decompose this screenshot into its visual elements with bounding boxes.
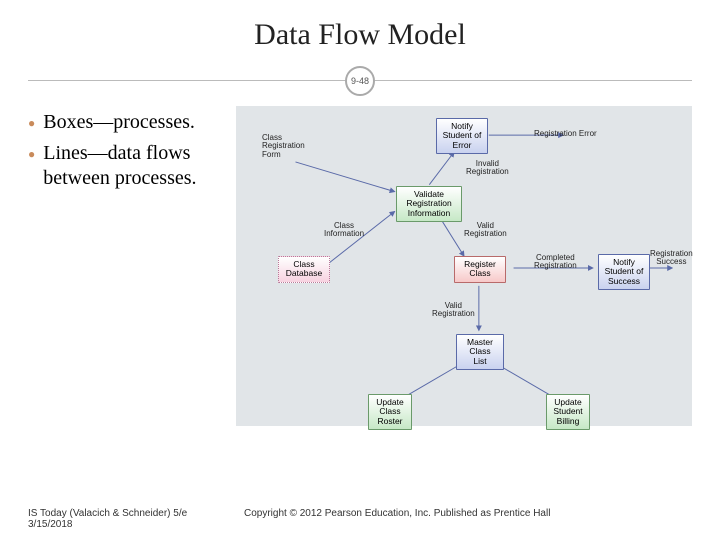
label-reg-error: Registration Error — [534, 130, 597, 138]
footer-book: IS Today (Valacich & Schneider) 5/e — [28, 508, 228, 519]
footer-copyright: Copyright © 2012 Pearson Education, Inc.… — [244, 508, 550, 530]
box-class-db: ClassDatabase — [278, 256, 330, 283]
bullet-item: Lines—data flows between processes. — [43, 141, 228, 191]
label-completed-reg: CompletedRegistration — [534, 254, 577, 271]
bullet-item: Boxes—processes. — [43, 110, 195, 135]
data-flow-diagram: NotifyStudent ofError ValidateRegistrati… — [236, 106, 692, 426]
bullet-list: Boxes—processes. Lines—data flows betwee… — [28, 106, 228, 426]
label-reg-success: RegistrationSuccess — [650, 250, 693, 267]
label-invalid-reg: InvalidRegistration — [466, 160, 509, 177]
box-master-list: MasterClassList — [456, 334, 504, 370]
label-class-form: ClassRegistrationForm — [262, 134, 305, 159]
box-validate: ValidateRegistrationInformation — [396, 186, 462, 222]
box-update-billing: UpdateStudentBilling — [546, 394, 590, 430]
divider: 9-48 — [28, 60, 692, 100]
page-title: Data Flow Model — [28, 18, 692, 52]
box-notify-error: NotifyStudent ofError — [436, 118, 488, 154]
label-class-info: ClassInformation — [324, 222, 364, 239]
box-notify-success: NotifyStudent ofSuccess — [598, 254, 650, 290]
footer: IS Today (Valacich & Schneider) 5/e 3/15… — [28, 508, 692, 530]
slide-number-badge: 9-48 — [345, 66, 375, 96]
box-update-roster: UpdateClassRoster — [368, 394, 412, 430]
footer-date: 3/15/2018 — [28, 519, 228, 530]
label-valid-reg-2: ValidRegistration — [432, 302, 475, 319]
box-register: RegisterClass — [454, 256, 506, 283]
label-valid-reg: ValidRegistration — [464, 222, 507, 239]
